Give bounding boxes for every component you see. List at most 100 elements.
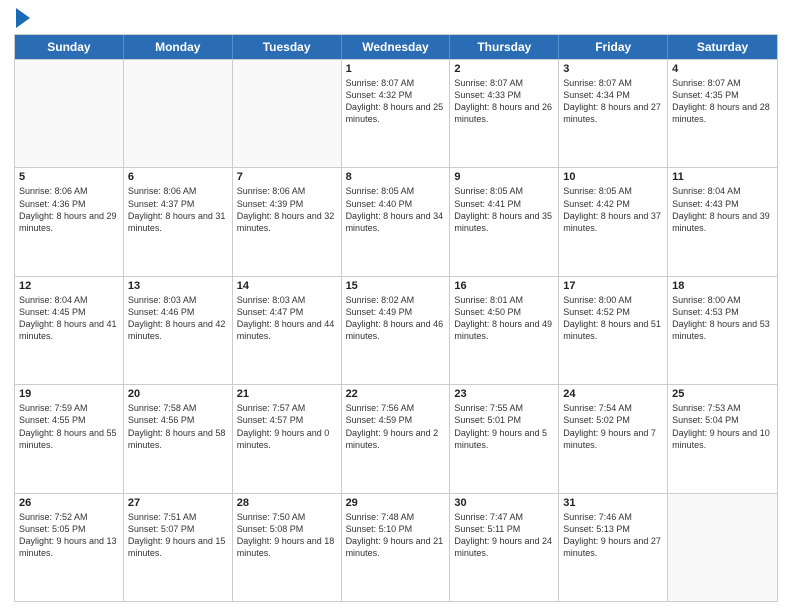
header-day-friday: Friday (559, 35, 668, 59)
calendar-row-1: 5 Sunrise: 8:06 AM Sunset: 4:36 PM Daylig… (15, 167, 777, 275)
cell-info: Sunrise: 8:02 AM Sunset: 4:49 PM Dayligh… (346, 294, 446, 343)
calendar-cell-day-25: 25 Sunrise: 7:53 AM Sunset: 5:04 PM Dayli… (668, 385, 777, 492)
cell-info: Sunrise: 8:05 AM Sunset: 4:41 PM Dayligh… (454, 185, 554, 234)
day-number: 26 (19, 497, 119, 509)
cell-info: Sunrise: 7:57 AM Sunset: 4:57 PM Dayligh… (237, 402, 337, 451)
day-number: 23 (454, 388, 554, 400)
cell-info: Sunrise: 8:05 AM Sunset: 4:42 PM Dayligh… (563, 185, 663, 234)
calendar: SundayMondayTuesdayWednesdayThursdayFrid… (14, 34, 778, 602)
cell-info: Sunrise: 8:07 AM Sunset: 4:34 PM Dayligh… (563, 77, 663, 126)
calendar-cell-day-2: 2Sunrise: 8:07 AM Sunset: 4:33 PM Daylig… (450, 60, 559, 167)
calendar-cell-day-21: 21 Sunrise: 7:57 AM Sunset: 4:57 PM Dayli… (233, 385, 342, 492)
calendar-cell-day-20: 20 Sunrise: 7:58 AM Sunset: 4:56 PM Dayli… (124, 385, 233, 492)
cell-info: Sunrise: 7:51 AM Sunset: 5:07 PM Dayligh… (128, 511, 228, 560)
cell-info: Sunrise: 8:06 AM Sunset: 4:37 PM Dayligh… (128, 185, 228, 234)
logo (14, 10, 30, 28)
page: SundayMondayTuesdayWednesdayThursdayFrid… (0, 0, 792, 612)
day-number: 30 (454, 497, 554, 509)
day-number: 17 (563, 280, 663, 292)
cell-info: Sunrise: 7:48 AM Sunset: 5:10 PM Dayligh… (346, 511, 446, 560)
calendar-cell-empty (15, 60, 124, 167)
cell-info: Sunrise: 7:54 AM Sunset: 5:02 PM Dayligh… (563, 402, 663, 451)
day-number: 18 (672, 280, 773, 292)
cell-info: Sunrise: 7:56 AM Sunset: 4:59 PM Dayligh… (346, 402, 446, 451)
calendar-cell-day-23: 23 Sunrise: 7:55 AM Sunset: 5:01 PM Dayli… (450, 385, 559, 492)
cell-info: Sunrise: 8:01 AM Sunset: 4:50 PM Dayligh… (454, 294, 554, 343)
calendar-cell-day-4: 4Sunrise: 8:07 AM Sunset: 4:35 PM Daylig… (668, 60, 777, 167)
day-number: 24 (563, 388, 663, 400)
day-number: 5 (19, 171, 119, 183)
day-number: 15 (346, 280, 446, 292)
cell-info: Sunrise: 8:04 AM Sunset: 4:45 PM Dayligh… (19, 294, 119, 343)
day-number: 12 (19, 280, 119, 292)
calendar-cell-day-9: 9 Sunrise: 8:05 AM Sunset: 4:41 PM Daylig… (450, 168, 559, 275)
cell-info: Sunrise: 7:53 AM Sunset: 5:04 PM Dayligh… (672, 402, 773, 451)
calendar-cell-empty (233, 60, 342, 167)
calendar-cell-day-22: 22 Sunrise: 7:56 AM Sunset: 4:59 PM Dayli… (342, 385, 451, 492)
calendar-cell-day-3: 3 Sunrise: 8:07 AM Sunset: 4:34 PM Daylig… (559, 60, 668, 167)
cell-info: Sunrise: 7:46 AM Sunset: 5:13 PM Dayligh… (563, 511, 663, 560)
cell-info: Sunrise: 7:52 AM Sunset: 5:05 PM Dayligh… (19, 511, 119, 560)
cell-info: Sunrise: 7:59 AM Sunset: 4:55 PM Dayligh… (19, 402, 119, 451)
calendar-cell-day-12: 12 Sunrise: 8:04 AM Sunset: 4:45 PM Dayli… (15, 277, 124, 384)
day-number: 11 (672, 171, 773, 183)
calendar-cell-day-10: 10 Sunrise: 8:05 AM Sunset: 4:42 PM Dayli… (559, 168, 668, 275)
calendar-cell-day-7: 7 Sunrise: 8:06 AM Sunset: 4:39 PM Daylig… (233, 168, 342, 275)
calendar-cell-empty (124, 60, 233, 167)
calendar-row-2: 12 Sunrise: 8:04 AM Sunset: 4:45 PM Dayli… (15, 276, 777, 384)
calendar-cell-day-5: 5 Sunrise: 8:06 AM Sunset: 4:36 PM Daylig… (15, 168, 124, 275)
day-number: 3 (563, 63, 663, 75)
header-day-monday: Monday (124, 35, 233, 59)
day-number: 8 (346, 171, 446, 183)
calendar-header: SundayMondayTuesdayWednesdayThursdayFrid… (15, 35, 777, 59)
cell-info: Sunrise: 8:06 AM Sunset: 4:36 PM Dayligh… (19, 185, 119, 234)
calendar-cell-day-6: 6Sunrise: 8:06 AM Sunset: 4:37 PM Daylig… (124, 168, 233, 275)
day-number: 16 (454, 280, 554, 292)
cell-info: Sunrise: 8:07 AM Sunset: 4:33 PM Dayligh… (454, 77, 554, 126)
calendar-cell-day-17: 17Sunrise: 8:00 AM Sunset: 4:52 PM Dayli… (559, 277, 668, 384)
header-day-saturday: Saturday (668, 35, 777, 59)
day-number: 29 (346, 497, 446, 509)
day-number: 7 (237, 171, 337, 183)
calendar-cell-day-15: 15 Sunrise: 8:02 AM Sunset: 4:49 PM Dayli… (342, 277, 451, 384)
header-day-sunday: Sunday (15, 35, 124, 59)
cell-info: Sunrise: 8:07 AM Sunset: 4:32 PM Dayligh… (346, 77, 446, 126)
cell-info: Sunrise: 8:00 AM Sunset: 4:53 PM Dayligh… (672, 294, 773, 343)
day-number: 19 (19, 388, 119, 400)
calendar-cell-day-30: 30 Sunrise: 7:47 AM Sunset: 5:11 PM Dayli… (450, 494, 559, 601)
calendar-row-3: 19 Sunrise: 7:59 AM Sunset: 4:55 PM Dayli… (15, 384, 777, 492)
calendar-cell-day-19: 19 Sunrise: 7:59 AM Sunset: 4:55 PM Dayli… (15, 385, 124, 492)
day-number: 22 (346, 388, 446, 400)
calendar-cell-empty (668, 494, 777, 601)
calendar-cell-day-31: 31 Sunrise: 7:46 AM Sunset: 5:13 PM Dayli… (559, 494, 668, 601)
cell-info: Sunrise: 8:03 AM Sunset: 4:47 PM Dayligh… (237, 294, 337, 343)
header-day-thursday: Thursday (450, 35, 559, 59)
day-number: 10 (563, 171, 663, 183)
cell-info: Sunrise: 8:04 AM Sunset: 4:43 PM Dayligh… (672, 185, 773, 234)
calendar-cell-day-26: 26 Sunrise: 7:52 AM Sunset: 5:05 PM Dayli… (15, 494, 124, 601)
cell-info: Sunrise: 8:03 AM Sunset: 4:46 PM Dayligh… (128, 294, 228, 343)
calendar-cell-day-13: 13Sunrise: 8:03 AM Sunset: 4:46 PM Dayli… (124, 277, 233, 384)
calendar-cell-day-16: 16 Sunrise: 8:01 AM Sunset: 4:50 PM Dayli… (450, 277, 559, 384)
cell-info: Sunrise: 7:47 AM Sunset: 5:11 PM Dayligh… (454, 511, 554, 560)
day-number: 20 (128, 388, 228, 400)
calendar-cell-day-18: 18 Sunrise: 8:00 AM Sunset: 4:53 PM Dayli… (668, 277, 777, 384)
cell-info: Sunrise: 7:55 AM Sunset: 5:01 PM Dayligh… (454, 402, 554, 451)
header-day-wednesday: Wednesday (342, 35, 451, 59)
calendar-body: 1Sunrise: 8:07 AM Sunset: 4:32 PM Daylig… (15, 59, 777, 601)
header-day-tuesday: Tuesday (233, 35, 342, 59)
cell-info: Sunrise: 8:07 AM Sunset: 4:35 PM Dayligh… (672, 77, 773, 126)
cell-info: Sunrise: 8:06 AM Sunset: 4:39 PM Dayligh… (237, 185, 337, 234)
day-number: 21 (237, 388, 337, 400)
calendar-cell-day-29: 29 Sunrise: 7:48 AM Sunset: 5:10 PM Dayli… (342, 494, 451, 601)
day-number: 28 (237, 497, 337, 509)
logo-arrow-icon (16, 8, 30, 28)
day-number: 27 (128, 497, 228, 509)
day-number: 9 (454, 171, 554, 183)
day-number: 25 (672, 388, 773, 400)
cell-info: Sunrise: 8:05 AM Sunset: 4:40 PM Dayligh… (346, 185, 446, 234)
calendar-cell-day-27: 27 Sunrise: 7:51 AM Sunset: 5:07 PM Dayli… (124, 494, 233, 601)
header (14, 10, 778, 28)
cell-info: Sunrise: 7:58 AM Sunset: 4:56 PM Dayligh… (128, 402, 228, 451)
day-number: 31 (563, 497, 663, 509)
